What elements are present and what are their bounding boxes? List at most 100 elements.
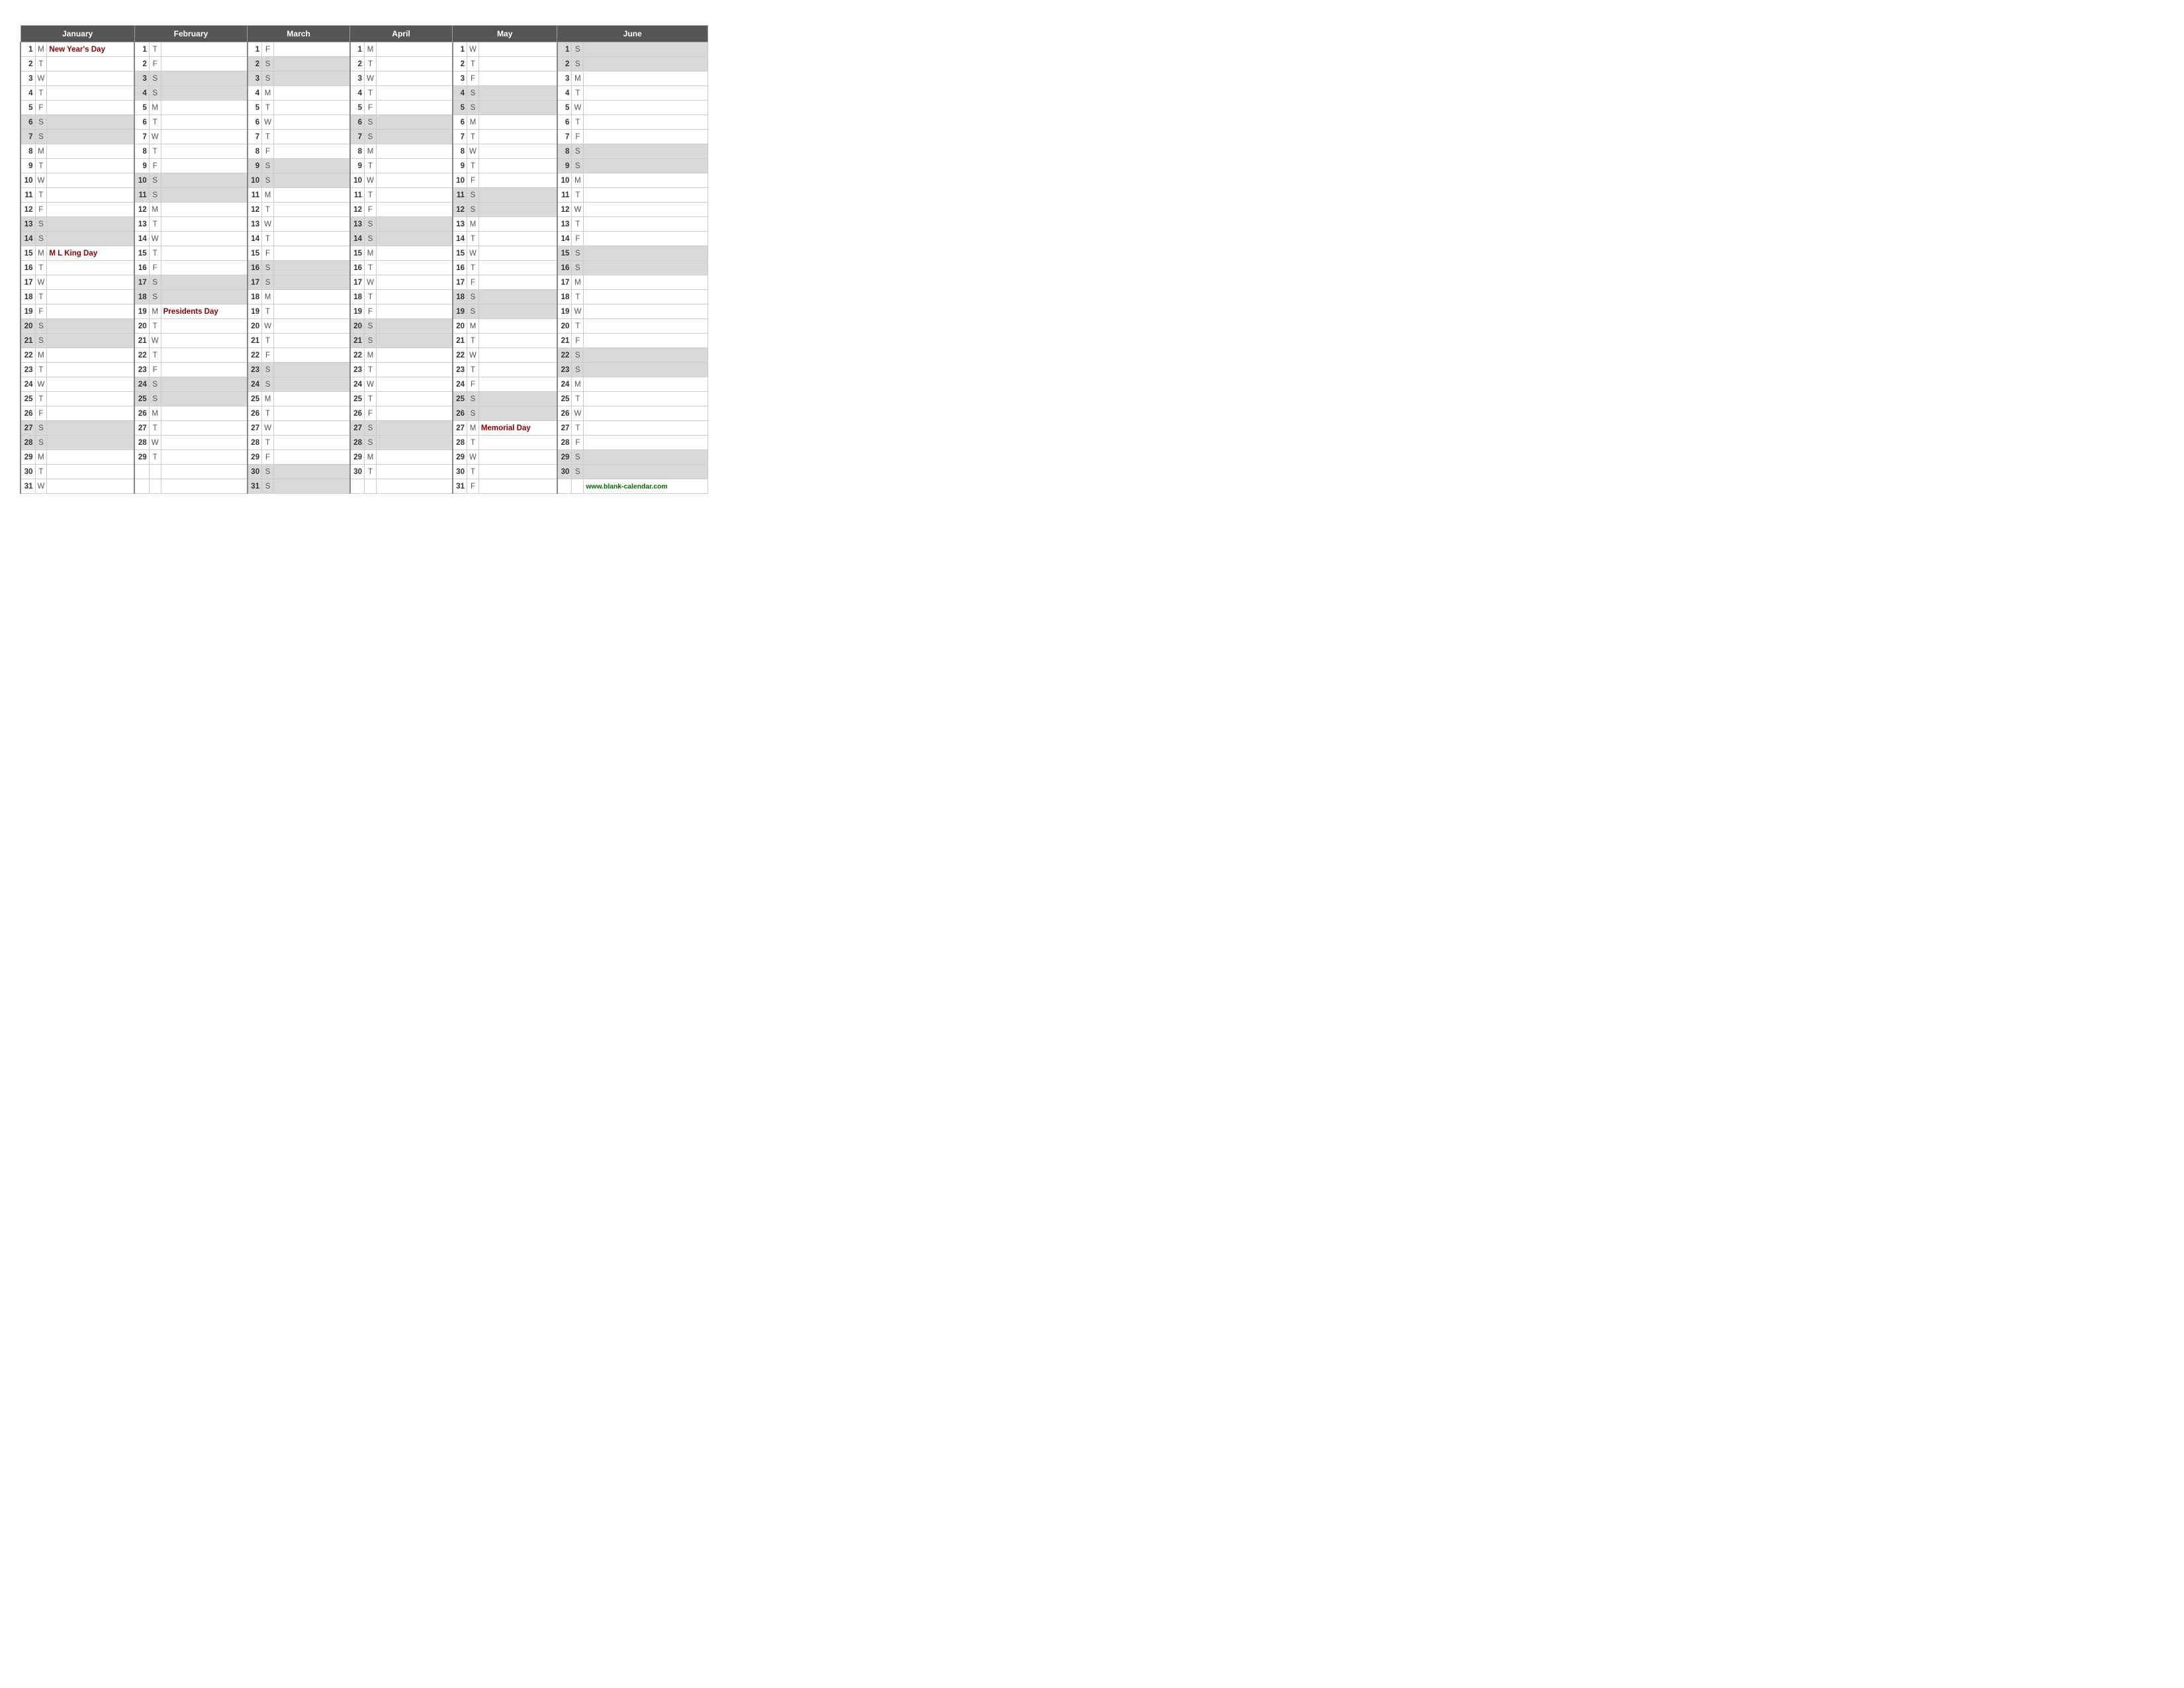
day-num-mar-24: 24 (248, 377, 262, 392)
day-letter-feb-16: F (149, 261, 161, 275)
day-letter-may-5: S (467, 101, 479, 115)
day-num-may-28: 28 (453, 436, 467, 450)
holiday-cell-apr-25 (376, 392, 452, 406)
day-num-feb-28: 28 (134, 436, 149, 450)
day-num-jun-15: 15 (557, 246, 572, 261)
day-num-apr-29: 29 (350, 450, 365, 465)
holiday-cell-jun-24 (584, 377, 708, 392)
holiday-cell-may-2 (478, 57, 557, 71)
day-letter-jun-22: S (572, 348, 584, 363)
holiday-cell-jan-19 (47, 305, 134, 319)
holiday-cell-jan-13 (47, 217, 134, 232)
holiday-cell-jun-17 (584, 275, 708, 290)
day-num-feb-22: 22 (134, 348, 149, 363)
day-letter-apr-12: F (365, 203, 377, 217)
holiday-cell-mar-27 (273, 421, 349, 436)
day-num-apr-9: 9 (350, 159, 365, 173)
day-letter-feb-1: T (149, 42, 161, 57)
holiday-cell-apr-26 (376, 406, 452, 421)
day-num-jan-4: 4 (21, 86, 35, 101)
day-letter-jun-24: M (572, 377, 584, 392)
holiday-cell-jan-14 (47, 232, 134, 246)
holiday-cell-mar-16 (273, 261, 349, 275)
day-num-mar-22: 22 (248, 348, 262, 363)
holiday-cell-feb-20 (161, 319, 248, 334)
day-num-apr-30: 30 (350, 465, 365, 479)
month-header-row: January February March April May June (21, 26, 708, 42)
holiday-cell-jun-13 (584, 217, 708, 232)
day-num-jan-25: 25 (21, 392, 35, 406)
day-num-feb-14: 14 (134, 232, 149, 246)
day-letter-jun-6: T (572, 115, 584, 130)
holiday-cell-apr-31 (376, 479, 452, 494)
day-letter-jun-9: S (572, 159, 584, 173)
day-letter-jan-9: T (35, 159, 47, 173)
holiday-cell-mar-26 (273, 406, 349, 421)
holiday-cell-jun-22 (584, 348, 708, 363)
day-num-jun-20: 20 (557, 319, 572, 334)
table-row: 17W17S17S17W17F17M (21, 275, 708, 290)
day-num-jan-7: 7 (21, 130, 35, 144)
holiday-cell-mar-17 (273, 275, 349, 290)
holiday-cell-jun-18 (584, 290, 708, 305)
holiday-cell-feb-14 (161, 232, 248, 246)
holiday-cell-mar-24 (273, 377, 349, 392)
day-letter-apr-23: T (365, 363, 377, 377)
day-letter-jan-24: W (35, 377, 47, 392)
table-row: 4T4S4M4T4S4T (21, 86, 708, 101)
holiday-cell-mar-22 (273, 348, 349, 363)
holiday-cell-may-24 (478, 377, 557, 392)
day-num-jun-1: 1 (557, 42, 572, 57)
table-row: 5F5M5T5F5S5W (21, 101, 708, 115)
table-row: 27S27T27W27S27MMemorial Day27T (21, 421, 708, 436)
day-num-may-27: 27 (453, 421, 467, 436)
day-num-mar-30: 30 (248, 465, 262, 479)
holiday-cell-mar-3 (273, 71, 349, 86)
day-num-may-12: 12 (453, 203, 467, 217)
day-letter-feb-12: M (149, 203, 161, 217)
day-num-mar-15: 15 (248, 246, 262, 261)
day-num-feb-11: 11 (134, 188, 149, 203)
day-num-mar-25: 25 (248, 392, 262, 406)
day-num-may-8: 8 (453, 144, 467, 159)
holiday-cell-jun-19 (584, 305, 708, 319)
day-letter-feb-25: S (149, 392, 161, 406)
day-num-jun-5: 5 (557, 101, 572, 115)
table-row: 16T16F16S16T16T16S (21, 261, 708, 275)
day-letter-jan-3: W (35, 71, 47, 86)
holiday-cell-feb-7 (161, 130, 248, 144)
day-letter-may-3: F (467, 71, 479, 86)
day-letter-jan-13: S (35, 217, 47, 232)
holiday-cell-jan-15: M L King Day (47, 246, 134, 261)
holiday-cell-feb-11 (161, 188, 248, 203)
day-letter-mar-21: T (262, 334, 274, 348)
table-row: 19F19MPresidents Day19T19F19S19W (21, 305, 708, 319)
day-letter-feb-23: F (149, 363, 161, 377)
day-num-may-4: 4 (453, 86, 467, 101)
holiday-cell-feb-1 (161, 42, 248, 57)
day-letter-jan-29: M (35, 450, 47, 465)
day-letter-jan-27: S (35, 421, 47, 436)
day-letter-jan-20: S (35, 319, 47, 334)
day-num-jan-13: 13 (21, 217, 35, 232)
holiday-cell-jun-3 (584, 71, 708, 86)
day-letter-jun-1: S (572, 42, 584, 57)
day-letter-feb-29: T (149, 450, 161, 465)
day-letter-apr-15: M (365, 246, 377, 261)
day-letter-jun-28: F (572, 436, 584, 450)
day-letter-mar-12: T (262, 203, 274, 217)
day-num-jun-27: 27 (557, 421, 572, 436)
day-letter-apr-24: W (365, 377, 377, 392)
day-letter-feb-28: W (149, 436, 161, 450)
day-num-may-1: 1 (453, 42, 467, 57)
day-letter-jun-10: M (572, 173, 584, 188)
day-letter-feb-7: W (149, 130, 161, 144)
holiday-cell-mar-4 (273, 86, 349, 101)
day-letter-apr-7: S (365, 130, 377, 144)
day-letter-mar-26: T (262, 406, 274, 421)
day-num-may-30: 30 (453, 465, 467, 479)
day-num-jan-28: 28 (21, 436, 35, 450)
holiday-cell-jan-22 (47, 348, 134, 363)
holiday-cell-mar-15 (273, 246, 349, 261)
day-letter-apr-18: T (365, 290, 377, 305)
